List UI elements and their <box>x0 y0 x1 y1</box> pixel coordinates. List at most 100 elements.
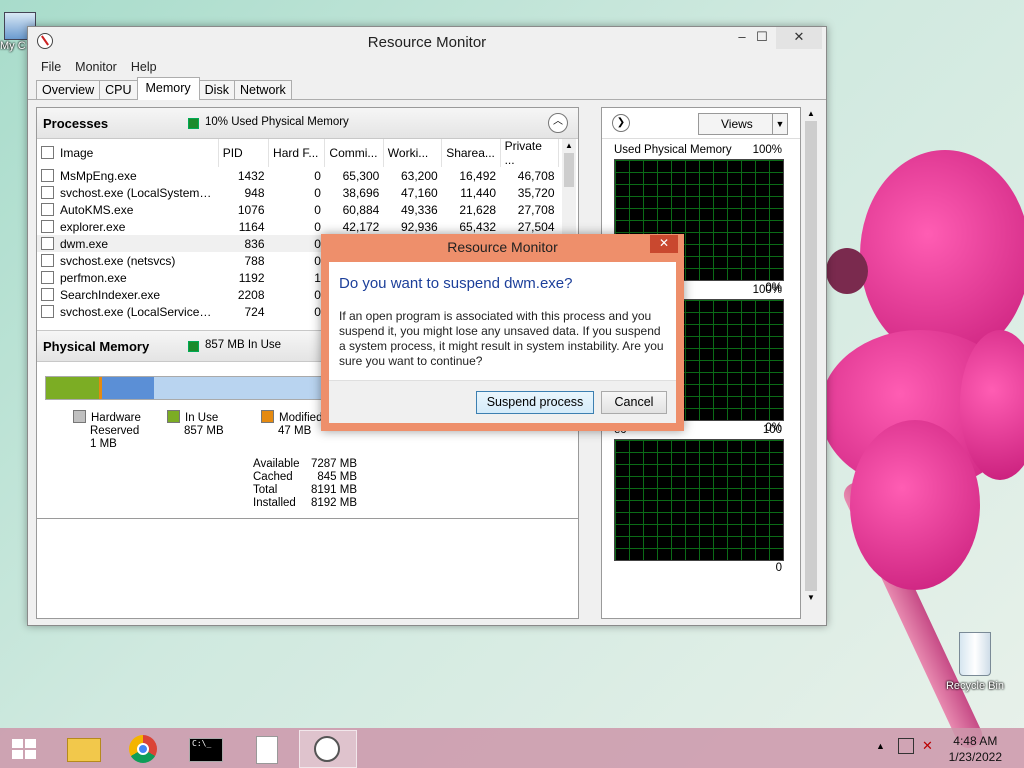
memory-stat-value: 845 MB <box>317 471 357 483</box>
memory-stat-label: Installed <box>253 497 296 509</box>
process-value-cell: 21,628 <box>459 202 497 217</box>
row-checkbox[interactable] <box>41 185 54 199</box>
taskbar-file-explorer[interactable] <box>55 730 111 766</box>
select-all-checkbox[interactable] <box>41 146 54 159</box>
process-image-cell: perfmon.exe <box>37 269 218 286</box>
process-value-cell: 0 <box>314 287 321 302</box>
process-value-cell: 0 <box>314 219 321 234</box>
legend-hardware-reserved: Hardware Reserved 1 MB <box>73 410 141 451</box>
process-value-cell: 46,708 <box>517 168 555 183</box>
process-value-cell: 836 <box>218 235 269 252</box>
tab-network[interactable]: Network <box>233 80 292 99</box>
table-row[interactable]: MsMpEng.exe 1432 0 65,300 63,200 16,492 46,708 <box>37 167 559 184</box>
process-value-cell: 0 <box>314 304 321 319</box>
row-checkbox[interactable] <box>41 304 54 318</box>
dialog-body: Do you want to suspend dwm.exe? If an op… <box>329 262 676 423</box>
table-row[interactable]: svchost.exe (LocalSystemNet... 948 0 38,696… <box>37 184 559 201</box>
legend-swatch <box>261 410 274 423</box>
tab-overview[interactable]: Overview <box>36 80 101 99</box>
memory-bar-in-use <box>46 377 99 399</box>
column-header-pid[interactable]: PID <box>218 139 270 167</box>
table-row[interactable]: AutoKMS.exe 1076 0 60,884 49,336 21,628 27,708 <box>37 201 559 218</box>
scroll-thumb[interactable] <box>805 121 817 591</box>
row-checkbox[interactable] <box>41 168 54 182</box>
tab-disk[interactable]: Disk <box>198 80 235 99</box>
process-value-cell: 0 <box>314 185 321 200</box>
column-header-working[interactable]: Worki... <box>383 139 443 167</box>
start-button[interactable] <box>0 730 48 766</box>
memory-stat-value: 8192 MB <box>310 497 357 509</box>
scroll-down-icon[interactable]: ▼ <box>803 591 819 605</box>
chrome-icon <box>129 735 157 763</box>
scroll-up-icon[interactable]: ▲ <box>803 107 819 121</box>
views-button[interactable]: Views ▼ <box>698 113 788 135</box>
collapse-icon[interactable]: ︿ <box>548 113 568 133</box>
scroll-thumb[interactable] <box>564 153 574 187</box>
system-clock[interactable]: 4:48 AM 1/23/2022 <box>949 733 1002 765</box>
legend-in-use: In Use 857 MB <box>167 410 224 438</box>
row-checkbox[interactable] <box>41 202 54 216</box>
row-checkbox[interactable] <box>41 236 54 250</box>
window-title: Resource Monitor <box>367 34 487 51</box>
process-image-cell: MsMpEng.exe <box>37 167 218 184</box>
recycle-bin-icon <box>959 632 991 676</box>
windows-logo-icon <box>12 739 36 759</box>
process-image-cell: svchost.exe (LocalServiceNet... <box>37 303 218 320</box>
close-button[interactable]: ✕ <box>776 27 822 49</box>
table-row[interactable]: explorer.exe 1164 0 42,172 92,936 65,432 27,50… <box>37 218 559 235</box>
maximize-button[interactable]: ☐ <box>748 27 776 49</box>
suspend-process-button[interactable]: Suspend process <box>476 391 594 414</box>
document-icon <box>256 736 278 764</box>
process-value-cell: 0 <box>314 168 321 183</box>
process-image-cell: svchost.exe (LocalSystemNet... <box>37 184 218 201</box>
memory-stat-row: Total 8191 MB <box>253 484 357 497</box>
process-value-cell: 0 <box>314 253 321 268</box>
column-header-private[interactable]: Private ... <box>500 139 560 167</box>
volume-muted-icon[interactable]: ✕ <box>922 738 933 754</box>
title-bar[interactable]: Resource Monitor – ☐ ✕ <box>28 27 826 57</box>
column-header-commit[interactable]: Commi... <box>324 139 384 167</box>
column-header-image[interactable]: Image <box>37 139 219 167</box>
scroll-up-icon[interactable]: ▲ <box>562 139 576 153</box>
dialog-close-button[interactable]: ✕ <box>650 235 678 253</box>
show-hidden-icons-icon[interactable]: ▲ <box>876 741 885 751</box>
taskbar-command-prompt[interactable]: C:\_ <box>177 730 233 766</box>
chevron-down-icon: ▼ <box>772 114 787 134</box>
process-image-cell: svchost.exe (netsvcs) <box>37 252 218 269</box>
desktop-icon-recycle-bin[interactable]: Recycle Bin <box>940 632 1010 692</box>
processes-header[interactable]: Processes 10% Used Physical Memory ︿ <box>37 108 578 139</box>
tab-memory[interactable]: Memory <box>136 77 200 100</box>
wallpaper-petal <box>850 420 980 590</box>
legend-modified: Modified 47 MB <box>261 410 322 438</box>
network-icon[interactable] <box>898 738 914 754</box>
dialog-message: If an open program is associated with th… <box>339 309 664 368</box>
row-checkbox[interactable] <box>41 253 54 267</box>
menu-monitor[interactable]: Monitor <box>68 57 124 77</box>
process-value-cell: 47,160 <box>400 185 438 200</box>
graphs-scrollbar[interactable]: ▲ ▼ <box>803 107 819 617</box>
process-value-cell: 27,504 <box>517 219 555 234</box>
row-checkbox[interactable] <box>41 287 54 301</box>
suspend-confirm-dialog: Resource Monitor ✕ Do you want to suspen… <box>321 234 684 431</box>
process-value-cell: 2208 <box>237 287 265 302</box>
menu-help[interactable]: Help <box>124 57 164 77</box>
tab-cpu[interactable]: CPU <box>99 80 138 99</box>
row-checkbox[interactable] <box>41 219 54 233</box>
process-value-cell: 63,200 <box>400 168 438 183</box>
memory-stat-label: Cached <box>253 471 293 483</box>
expand-arrow-icon[interactable]: ❯ <box>612 114 630 132</box>
cancel-button[interactable]: Cancel <box>601 391 667 414</box>
taskbar-notepad[interactable] <box>238 730 294 766</box>
taskbar-chrome[interactable] <box>116 730 172 766</box>
memory-stat-label: Available <box>253 458 300 470</box>
row-checkbox[interactable] <box>41 270 54 284</box>
process-value-cell: 65,432 <box>459 219 497 234</box>
process-image-cell: explorer.exe <box>37 218 218 235</box>
column-header-shareable[interactable]: Sharea... <box>441 139 501 167</box>
process-image-cell: SearchIndexer.exe <box>37 286 218 303</box>
menu-file[interactable]: File <box>34 57 68 77</box>
graphs-toolbar: ❯ Views ▼ <box>602 108 800 139</box>
process-value-cell: 65,300 <box>342 168 380 183</box>
column-header-hard-faults[interactable]: Hard F... <box>268 139 326 167</box>
taskbar-resource-monitor[interactable] <box>299 730 357 768</box>
